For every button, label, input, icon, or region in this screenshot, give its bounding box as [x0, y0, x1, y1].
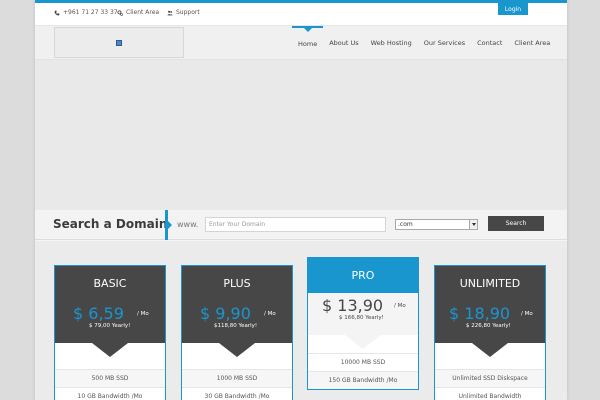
- nav-item-client-area[interactable]: Client Area: [508, 26, 556, 60]
- plan-period: / Mo: [264, 311, 276, 317]
- plan-yearly-price: $ 226,80 Yearly!: [466, 323, 511, 329]
- support-link[interactable]: Support: [167, 9, 200, 16]
- plan-price: $ 13,90: [322, 296, 384, 315]
- plan-arrow-decoration: [308, 335, 418, 353]
- phone-contact: +961 71 27 33 37: [54, 9, 118, 16]
- plan-card-basic: BASIC $ 6,59 / Mo $ 79,00 Yearly! 500 MB…: [54, 265, 166, 400]
- plan-name: PLUS: [182, 266, 292, 301]
- plan-card-unlimited: UNLIMITED $ 18,90 / Mo $ 226,80 Yearly! …: [434, 265, 546, 400]
- domain-input[interactable]: Enter Your Domain: [205, 217, 386, 232]
- plan-card-pro: PRO $ 13,90 / Mo $ 166,80 Yearly! 10000 …: [307, 257, 419, 390]
- plan-feature: 30 GB Bandwidth /Mo: [182, 387, 292, 400]
- plan-feature: 10 GB Bandwidth /Mo: [55, 387, 165, 400]
- nav-item-contact[interactable]: Contact: [471, 26, 508, 60]
- page: +961 71 27 33 37 Client Area Support Log…: [35, 0, 567, 400]
- nav-item-our-services[interactable]: Our Services: [418, 26, 471, 60]
- plan-feature: 150 GB Bandwidth /Mo: [308, 371, 418, 389]
- domain-search-bar: Search a Domain www. Enter Your Domain .…: [35, 210, 567, 240]
- phone-number: +961 71 27 33 37: [63, 9, 118, 16]
- login-button[interactable]: Login: [498, 3, 528, 15]
- domain-search-title: Search a Domain: [53, 217, 168, 231]
- phone-icon: [54, 10, 60, 15]
- header: Home About Us Web Hosting Our Services C…: [35, 26, 567, 60]
- tld-select[interactable]: .com: [395, 219, 478, 230]
- topbar: +961 71 27 33 37 Client Area Support Log…: [35, 3, 567, 26]
- plan-period: / Mo: [394, 303, 406, 309]
- pricing-section: BASIC $ 6,59 / Mo $ 79,00 Yearly! 500 MB…: [35, 241, 567, 400]
- plan-price-block: $ 18,90 / Mo $ 226,80 Yearly!: [435, 301, 545, 343]
- main-nav: Home About Us Web Hosting Our Services C…: [292, 26, 556, 60]
- plan-price: $ 9,90: [200, 304, 251, 323]
- client-area-link[interactable]: Client Area: [117, 9, 159, 16]
- www-prefix: www.: [177, 220, 199, 229]
- plan-feature: 500 MB SSD: [55, 369, 165, 387]
- gears-icon: [117, 9, 123, 16]
- nav-item-home[interactable]: Home: [292, 26, 324, 60]
- plan-name: UNLIMITED: [435, 266, 545, 301]
- plan-price-block: $ 9,90 / Mo $118,80 Yearly!: [182, 301, 292, 343]
- plan-price-block: $ 6,59 / Mo $ 79,00 Yearly!: [55, 301, 165, 343]
- plan-arrow-decoration: [182, 343, 292, 369]
- plan-card-plus: PLUS $ 9,90 / Mo $118,80 Yearly! 1000 MB…: [181, 265, 293, 400]
- users-icon: [167, 10, 173, 15]
- dropdown-arrow-icon[interactable]: [469, 220, 477, 229]
- support-label: Support: [176, 9, 200, 16]
- plan-price: $ 18,90: [449, 304, 511, 323]
- plan-yearly-price: $ 79,00 Yearly!: [89, 323, 131, 329]
- plan-arrow-decoration: [435, 343, 545, 369]
- broken-image-icon: [116, 39, 122, 46]
- plan-feature: 10000 MB SSD: [308, 353, 418, 371]
- nav-item-web-hosting[interactable]: Web Hosting: [365, 26, 418, 60]
- plan-period: / Mo: [521, 311, 533, 317]
- plan-yearly-price: $118,80 Yearly!: [214, 323, 258, 329]
- plan-feature: Unlimited SSD Diskspace: [435, 369, 545, 387]
- domain-search-button[interactable]: Search: [488, 216, 544, 231]
- domain-search-divider: [165, 210, 172, 240]
- plan-period: / Mo: [137, 311, 149, 317]
- plan-name: PRO: [308, 258, 418, 293]
- plan-arrow-decoration: [55, 343, 165, 369]
- plan-price-block: $ 13,90 / Mo $ 166,80 Yearly!: [308, 293, 418, 335]
- plan-price: $ 6,59: [73, 304, 124, 323]
- plan-feature: 1000 MB SSD: [182, 369, 292, 387]
- plan-name: BASIC: [55, 266, 165, 301]
- plan-yearly-price: $ 166,80 Yearly!: [339, 315, 384, 321]
- hero-banner: [35, 60, 567, 210]
- client-area-label: Client Area: [126, 9, 160, 16]
- tld-selected-value: .com: [398, 221, 413, 228]
- plan-feature: Unlimited Bandwidth: [435, 387, 545, 400]
- nav-item-about-us[interactable]: About Us: [323, 26, 364, 60]
- logo[interactable]: [54, 27, 184, 58]
